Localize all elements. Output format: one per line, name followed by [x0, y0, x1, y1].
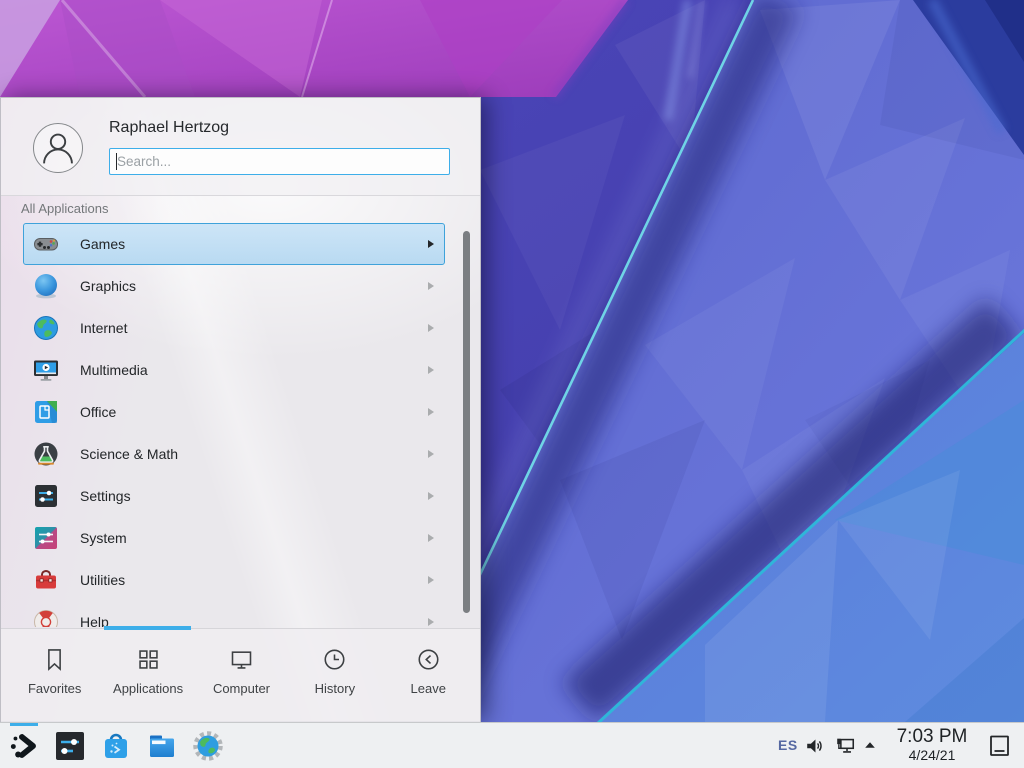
- category-label: Office: [80, 404, 116, 420]
- help-icon: [32, 608, 60, 627]
- category-list: Games Graphics: [23, 223, 445, 627]
- tab-computer[interactable]: Computer: [195, 629, 288, 722]
- header-divider: [1, 195, 480, 196]
- submenu-arrow-icon: [428, 492, 434, 500]
- system-icon: [32, 524, 60, 552]
- category-row-multimedia[interactable]: Multimedia: [23, 349, 445, 391]
- category-row-settings[interactable]: Settings: [23, 475, 445, 517]
- tab-label: Applications: [113, 681, 183, 696]
- clock-date: 4/24/21: [886, 747, 978, 763]
- desktop: Raphael Hertzog All Applications: [0, 0, 1024, 768]
- category-label: Utilities: [80, 572, 125, 588]
- category-row-science-math[interactable]: Science & Math: [23, 433, 445, 475]
- dolphin-icon[interactable]: [146, 730, 178, 762]
- category-row-utilities[interactable]: Utilities: [23, 559, 445, 601]
- clock-time: 7:03 PM: [886, 726, 978, 747]
- category-label: Science & Math: [80, 446, 178, 462]
- user-avatar[interactable]: [33, 123, 83, 173]
- launcher-footer: Favorites Applications: [1, 628, 480, 722]
- submenu-arrow-icon: [428, 576, 434, 584]
- clock-icon: [321, 646, 348, 673]
- launcher-header: Raphael Hertzog: [1, 98, 480, 195]
- search-input[interactable]: [109, 148, 450, 175]
- settings-icon: [32, 482, 60, 510]
- application-launcher-menu: Raphael Hertzog All Applications: [0, 97, 481, 722]
- section-label: All Applications: [21, 201, 108, 216]
- category-label: System: [80, 530, 127, 546]
- utilities-icon: [32, 566, 60, 594]
- tab-applications[interactable]: Applications: [101, 629, 194, 722]
- category-label: Graphics: [80, 278, 136, 294]
- category-row-games[interactable]: Games: [23, 223, 445, 265]
- tab-label: Favorites: [28, 681, 81, 696]
- games-icon: [32, 230, 60, 258]
- category-label: Multimedia: [80, 362, 148, 378]
- submenu-arrow-icon: [428, 282, 434, 290]
- category-row-internet[interactable]: Internet: [23, 307, 445, 349]
- tray-expander-icon[interactable]: [862, 737, 878, 753]
- category-label: Internet: [80, 320, 127, 336]
- submenu-arrow-icon: [428, 324, 434, 332]
- volume-icon[interactable]: [804, 735, 826, 757]
- internet-icon: [32, 314, 60, 342]
- office-icon: [32, 398, 60, 426]
- user-name: Raphael Hertzog: [109, 119, 229, 137]
- category-row-office[interactable]: Office: [23, 391, 445, 433]
- list-scrollbar[interactable]: [463, 231, 470, 613]
- tab-label: Computer: [213, 681, 270, 696]
- konqueror-icon[interactable]: [192, 730, 224, 762]
- tab-favorites[interactable]: Favorites: [8, 629, 101, 722]
- leave-circle-icon: [415, 646, 442, 673]
- show-desktop-icon[interactable]: [989, 734, 1011, 758]
- submenu-arrow-icon: [428, 366, 434, 374]
- submenu-arrow-icon: [428, 450, 434, 458]
- text-caret: [116, 153, 117, 170]
- tab-label: Leave: [411, 681, 446, 696]
- category-label: Games: [80, 236, 125, 252]
- multimedia-icon: [32, 356, 60, 384]
- user-icon: [34, 124, 82, 172]
- tab-history[interactable]: History: [288, 629, 381, 722]
- digital-clock[interactable]: 7:03 PM 4/24/21: [886, 726, 978, 763]
- submenu-arrow-icon: [428, 408, 434, 416]
- network-icon[interactable]: [833, 735, 857, 757]
- bookmark-icon: [41, 646, 68, 673]
- category-label: Settings: [80, 488, 131, 504]
- grid-icon: [135, 646, 162, 673]
- tab-label: History: [315, 681, 355, 696]
- keyboard-layout-indicator[interactable]: ES: [778, 737, 798, 753]
- monitor-icon: [228, 646, 255, 673]
- submenu-arrow-icon: [428, 618, 434, 626]
- category-row-graphics[interactable]: Graphics: [23, 265, 445, 307]
- tab-leave[interactable]: Leave: [382, 629, 475, 722]
- graphics-icon: [32, 272, 60, 300]
- taskbar-panel: ES 7:03 PM 4/24/21: [0, 722, 1024, 768]
- submenu-arrow-icon: [428, 240, 434, 248]
- launcher-active-indicator: [10, 723, 38, 726]
- science-math-icon: [32, 440, 60, 468]
- application-launcher-icon[interactable]: [8, 730, 40, 762]
- submenu-arrow-icon: [428, 534, 434, 542]
- discover-icon[interactable]: [100, 730, 132, 762]
- system-settings-icon[interactable]: [54, 730, 86, 762]
- category-row-help[interactable]: Help: [23, 601, 445, 627]
- category-row-system[interactable]: System: [23, 517, 445, 559]
